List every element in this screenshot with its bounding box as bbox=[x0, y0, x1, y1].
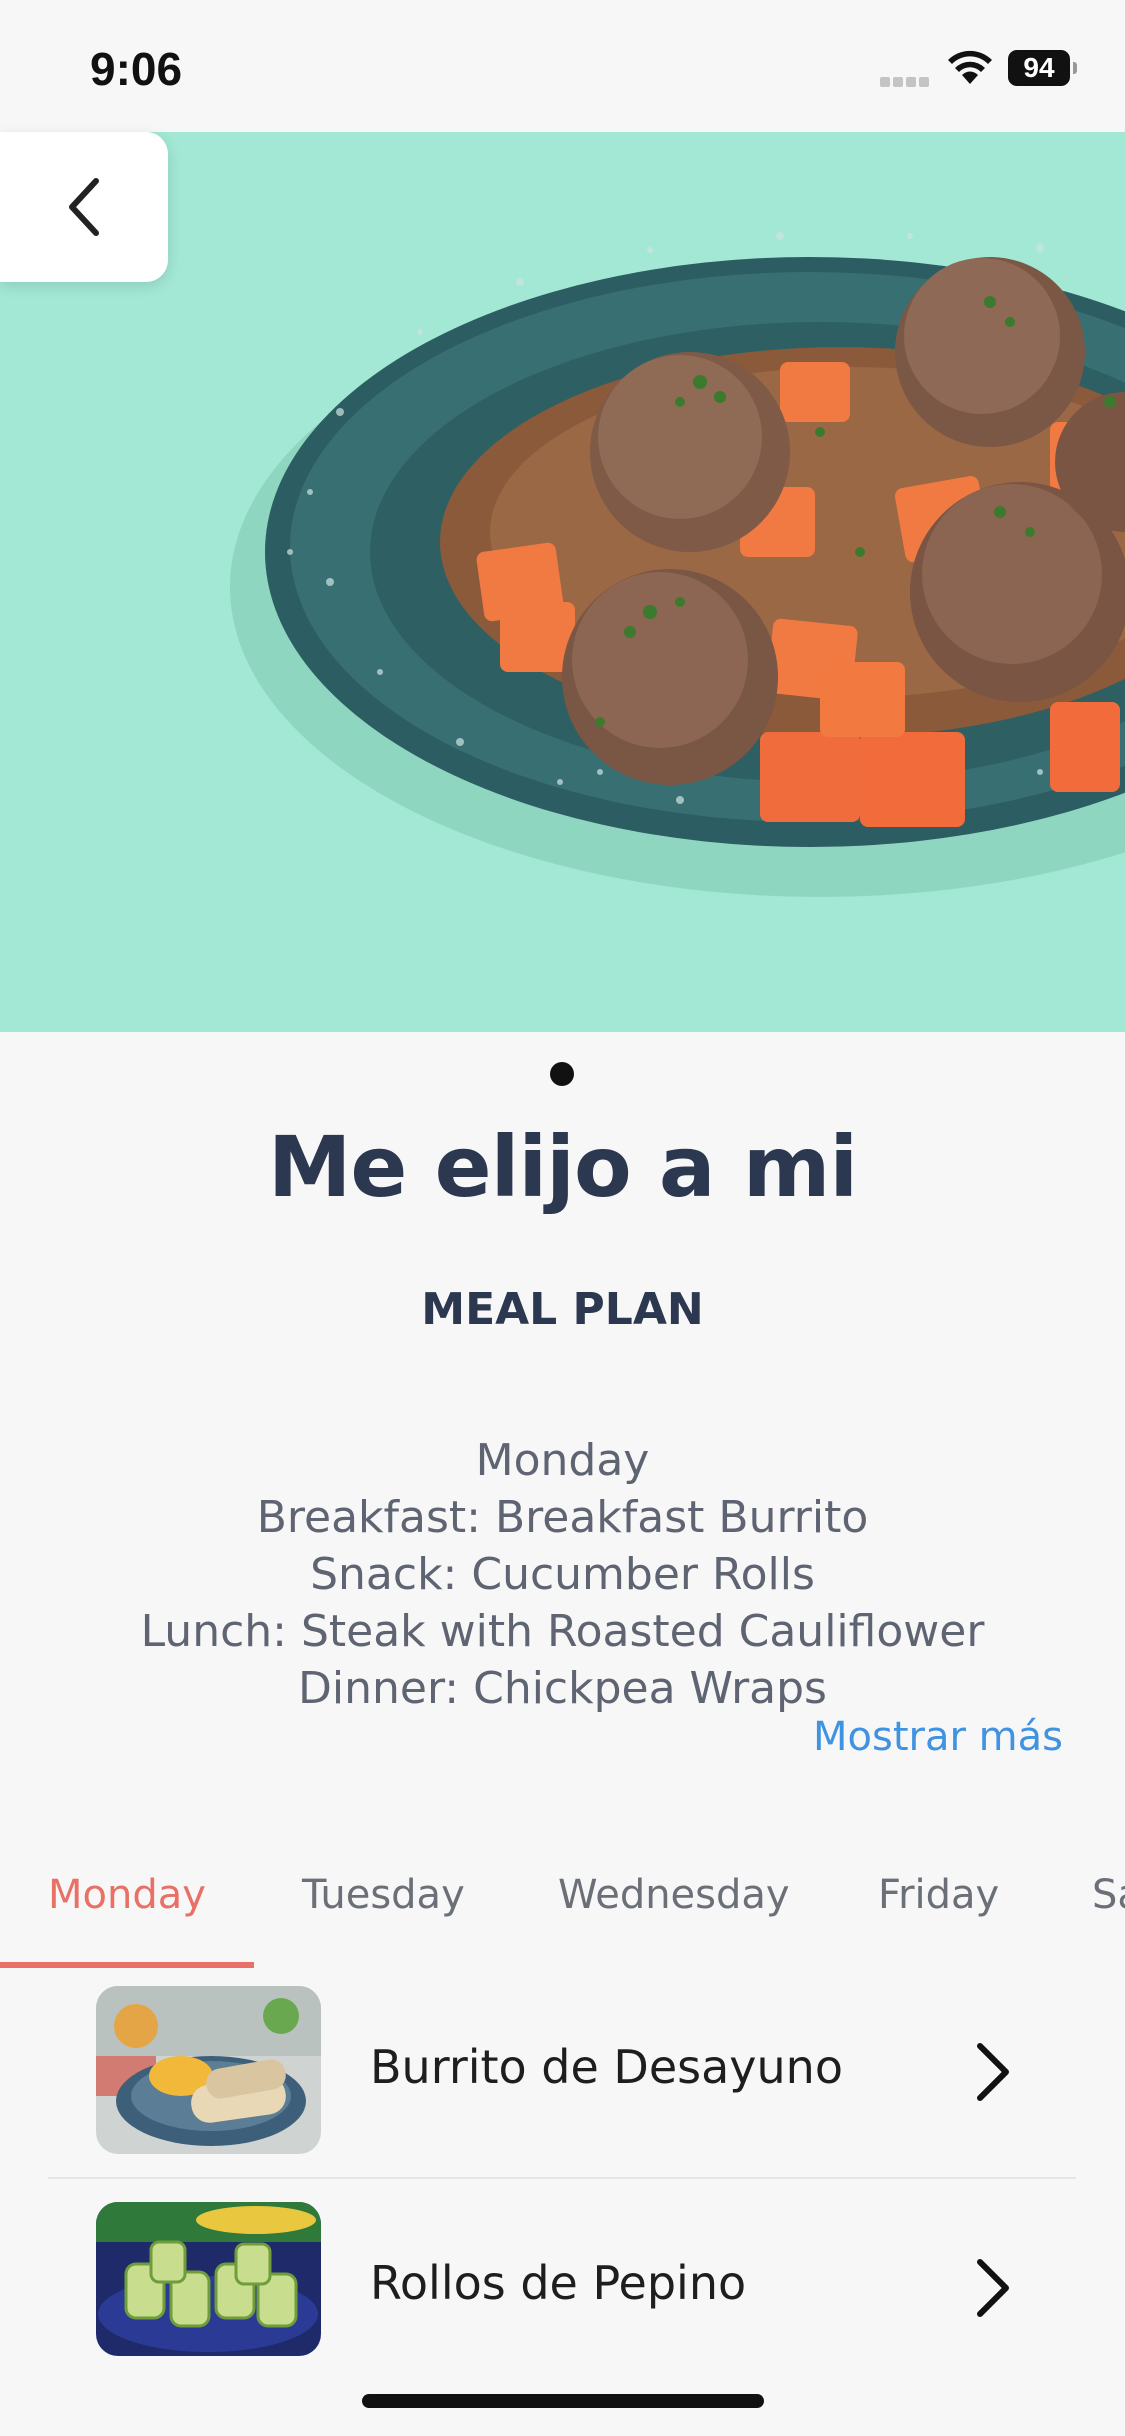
tab-wednesday[interactable]: Wednesday bbox=[558, 1872, 790, 1918]
chevron-right-icon bbox=[977, 2259, 1009, 2317]
meal-name: Rollos de Pepino bbox=[370, 2256, 747, 2310]
tab-friday[interactable]: Friday bbox=[878, 1872, 999, 1918]
home-indicator[interactable] bbox=[362, 2394, 764, 2408]
chevron-right-icon bbox=[977, 2043, 1009, 2101]
description-line: Snack: Cucumber Rolls bbox=[310, 1549, 815, 1600]
signal-icon bbox=[880, 72, 936, 87]
back-button[interactable] bbox=[0, 132, 168, 282]
wifi-icon bbox=[948, 50, 992, 84]
status-time: 9:06 bbox=[90, 43, 183, 95]
tab-saturday[interactable]: Sa bbox=[1092, 1872, 1125, 1918]
plan-title: Me elijo a mi bbox=[267, 1118, 858, 1216]
tab-tuesday[interactable]: Tuesday bbox=[302, 1872, 465, 1918]
description-line: Lunch: Steak with Roasted Cauliflower bbox=[140, 1606, 985, 1657]
chevron-left-icon bbox=[69, 178, 99, 236]
description-line: Monday bbox=[475, 1435, 650, 1486]
meal-name: Burrito de Desayuno bbox=[370, 2040, 843, 2094]
plan-description: Monday Breakfast: Breakfast Burrito Snac… bbox=[60, 1432, 1065, 1717]
description-line: Dinner: Chickpea Wraps bbox=[298, 1663, 827, 1714]
list-item[interactable]: Burrito de Desayuno bbox=[48, 1964, 1076, 2179]
meatballs-plate-image bbox=[0, 132, 1125, 1032]
show-more-link[interactable]: Mostrar más bbox=[813, 1714, 1063, 1760]
carousel-page-dot bbox=[550, 1062, 574, 1086]
list-item[interactable]: Rollos de Pepino bbox=[48, 2180, 1076, 2395]
battery-icon: 94 bbox=[1008, 50, 1077, 86]
day-tabs: Monday Tuesday Wednesday Friday Sa bbox=[0, 1858, 1125, 1974]
plan-subtitle: MEAL PLAN bbox=[421, 1284, 704, 1335]
description-line: Breakfast: Breakfast Burrito bbox=[256, 1492, 869, 1543]
hero-illustration bbox=[230, 232, 1125, 897]
tab-monday[interactable]: Monday bbox=[48, 1872, 206, 1918]
status-bar: 9:06 94 bbox=[0, 0, 1125, 132]
burrito-thumbnail bbox=[96, 1986, 321, 2154]
cucumber-rolls-thumbnail bbox=[96, 2202, 321, 2356]
